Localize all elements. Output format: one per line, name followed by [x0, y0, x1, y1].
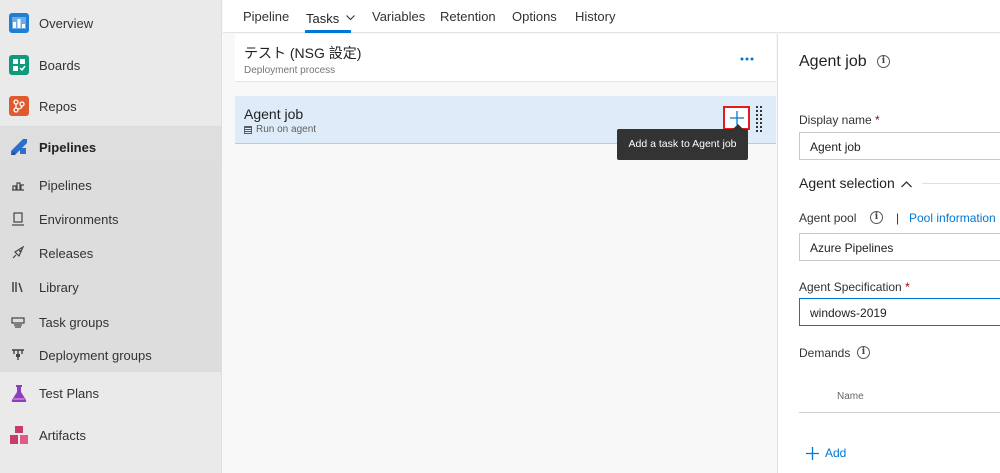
releases-icon	[11, 245, 25, 260]
sidebar-item-overview[interactable]: Overview	[0, 3, 222, 43]
panel-title: Agent job	[799, 53, 867, 70]
tab-history[interactable]: History	[575, 9, 615, 24]
separator: |	[896, 211, 900, 225]
environments-icon	[11, 212, 25, 226]
info-icon[interactable]: i	[877, 55, 890, 68]
add-task-tooltip: Add a task to Agent job	[617, 129, 748, 160]
agent-job-properties-panel: Agent job i Display name * Agent job Age…	[777, 34, 1000, 473]
server-icon	[244, 125, 252, 134]
display-name-field[interactable]: Agent job	[799, 132, 1000, 160]
sidebar-subitem-deployment-groups[interactable]: Deployment groups	[0, 338, 222, 372]
sidebar-item-label: Library	[39, 279, 79, 295]
tab-variables[interactable]: Variables	[372, 9, 425, 24]
agent-selection-label: Agent selection	[799, 175, 895, 191]
sidebar-item-pipelines[interactable]: Pipelines	[0, 127, 222, 167]
sidebar-subitem-releases[interactable]: Releases	[0, 236, 222, 270]
more-options-icon[interactable]	[740, 48, 754, 66]
deployment-groups-icon	[11, 348, 25, 362]
agent-job-subtitle: Run on agent	[244, 124, 316, 135]
tab-options[interactable]: Options	[512, 9, 557, 24]
sidebar-subitem-library[interactable]: Library	[0, 270, 222, 304]
sidebar-item-boards[interactable]: Boards	[0, 45, 222, 85]
chevron-up-icon	[900, 175, 912, 191]
active-tab-indicator	[305, 30, 351, 33]
add-demand-button[interactable]: Add	[806, 446, 846, 460]
task-groups-icon	[11, 315, 25, 329]
tab-retention[interactable]: Retention	[440, 9, 496, 24]
pipelines-sub-icon	[11, 178, 25, 192]
tab-tasks[interactable]: Tasks	[306, 9, 355, 26]
sidebar-item-label: Pipelines	[39, 139, 97, 155]
artifacts-icon	[9, 425, 29, 445]
agent-selection-header[interactable]: Agent selection	[799, 175, 912, 191]
process-canvas: テスト (NSG 設定) Deployment process Agent jo…	[223, 34, 776, 473]
sidebar-item-label: Releases	[39, 245, 94, 261]
demands-table-divider	[799, 412, 1000, 413]
agent-pool-select[interactable]: Azure Pipelines	[799, 233, 1000, 261]
sidebar-subitem-pipelines[interactable]: Pipelines	[0, 168, 222, 202]
stage-header[interactable]: テスト (NSG 設定) Deployment process	[235, 34, 776, 82]
sidebar-item-label: Overview	[39, 15, 94, 31]
library-icon	[11, 280, 25, 294]
sidebar-item-artifacts[interactable]: Artifacts	[0, 415, 222, 455]
display-name-label: Display name *	[799, 113, 880, 127]
sidebar-item-label: Artifacts	[39, 427, 86, 443]
pipelines-icon	[9, 137, 29, 157]
sidebar-item-label: Repos	[39, 98, 77, 114]
overview-icon	[9, 13, 29, 33]
chevron-down-icon	[345, 9, 355, 24]
tab-tasks-label: Tasks	[306, 11, 340, 26]
stage-subtitle: Deployment process	[244, 65, 336, 76]
sidebar: Overview Boards Repos Pipelines Pipeline…	[0, 0, 222, 473]
tab-bar: Pipeline Tasks Variables Retention Optio…	[223, 0, 1000, 33]
agent-specification-select[interactable]: windows-2019	[799, 298, 1000, 326]
agent-job-title: Agent job	[244, 106, 304, 122]
stage-title: テスト (NSG 設定)	[244, 45, 362, 61]
agent-spec-label: Agent Specification *	[799, 280, 910, 294]
add-label: Add	[825, 446, 847, 460]
sidebar-subitem-task-groups[interactable]: Task groups	[0, 305, 222, 339]
boards-icon	[9, 55, 29, 75]
sidebar-item-label: Test Plans	[39, 385, 99, 401]
pool-information-link[interactable]: Pool information	[909, 211, 996, 225]
agent-job-subtitle-text: Run on agent	[256, 124, 317, 135]
demands-label: Demands	[799, 346, 851, 360]
info-icon[interactable]: i	[857, 346, 870, 359]
agent-pool-label: Agent pool	[799, 211, 857, 225]
sidebar-item-label: Boards	[39, 57, 81, 73]
drag-handle-icon[interactable]	[755, 106, 765, 134]
plus-icon	[730, 111, 744, 125]
sidebar-item-repos[interactable]: Repos	[0, 86, 222, 126]
demands-column-name: Name	[837, 391, 864, 402]
sidebar-item-label: Pipelines	[39, 177, 92, 193]
sidebar-item-test-plans[interactable]: Test Plans	[0, 373, 222, 413]
sidebar-item-label: Deployment groups	[39, 347, 152, 363]
sidebar-item-label: Environments	[39, 211, 119, 227]
plus-icon	[806, 446, 819, 460]
tab-pipeline[interactable]: Pipeline	[243, 9, 289, 24]
sidebar-item-label: Task groups	[39, 314, 110, 330]
sidebar-subitem-environments[interactable]: Environments	[0, 202, 222, 236]
section-divider	[922, 183, 1000, 184]
repos-icon	[9, 96, 29, 116]
test-plans-icon	[9, 383, 29, 403]
info-icon[interactable]: i	[870, 211, 883, 224]
